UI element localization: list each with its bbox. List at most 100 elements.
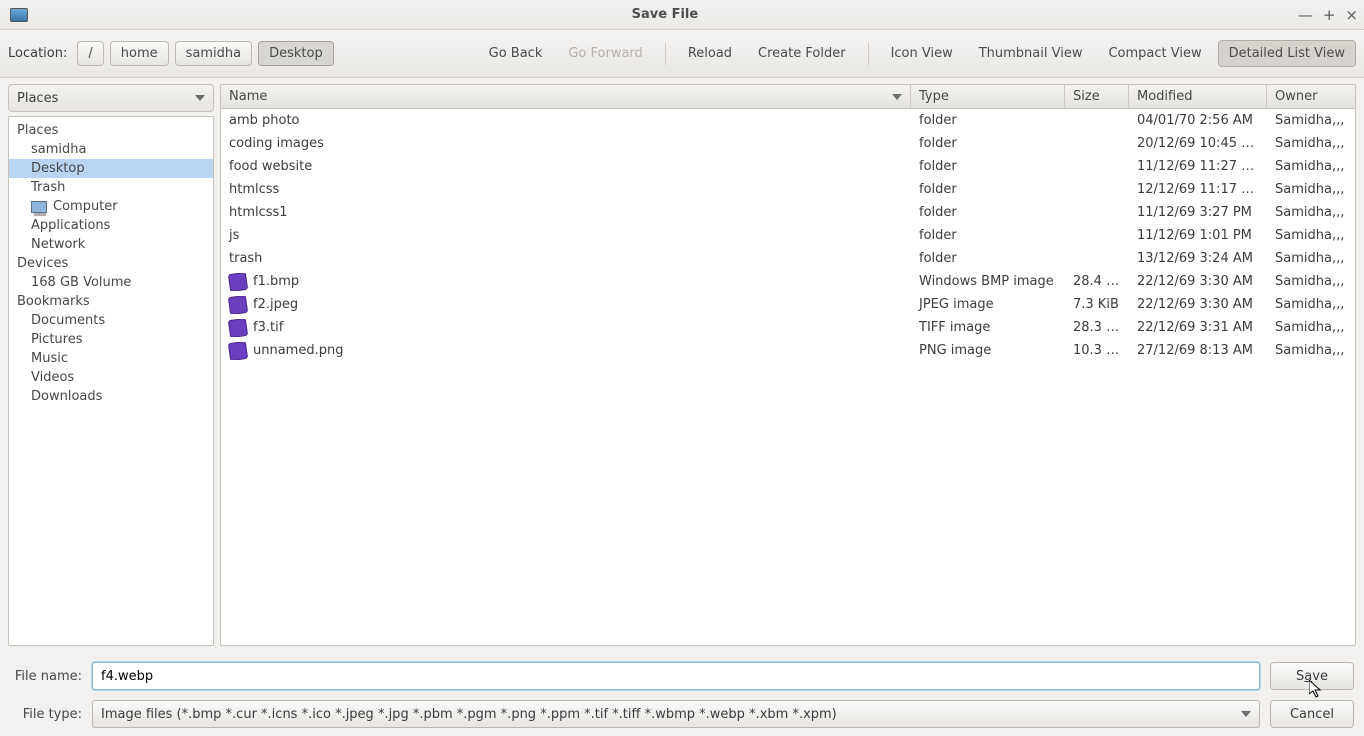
table-row[interactable]: trashfolder13/12/69 3:24 AMSamidha,,,	[221, 247, 1355, 270]
file-modified: 04/01/70 2:56 AM	[1129, 113, 1267, 128]
file-owner: Samidha,,,	[1267, 205, 1355, 220]
file-modified: 20/12/69 10:45 AM	[1129, 136, 1267, 151]
file-owner: Samidha,,,	[1267, 136, 1355, 151]
file-owner: Samidha,,,	[1267, 159, 1355, 174]
maximize-icon[interactable]: +	[1323, 6, 1336, 24]
file-type: folder	[911, 159, 1065, 174]
file-size: 28.3 KiB	[1065, 320, 1129, 335]
file-name: f3.tif	[253, 320, 283, 335]
file-owner: Samidha,,,	[1267, 182, 1355, 197]
close-icon[interactable]: ×	[1345, 6, 1358, 24]
file-name: coding images	[229, 136, 324, 151]
places-group-label: Places	[9, 121, 213, 140]
file-type: folder	[911, 251, 1065, 266]
table-row[interactable]: f3.tif TIFF image28.3 KiB22/12/69 3:31 AM…	[221, 316, 1355, 339]
breadcrumb-current[interactable]: Desktop	[258, 41, 334, 66]
titlebar: Save File — + ×	[0, 0, 1364, 30]
filename-input[interactable]	[92, 662, 1260, 690]
chevron-down-icon	[1241, 711, 1251, 717]
devices-group-label: Devices	[9, 254, 213, 273]
file-column-headers: Name Type Size Modified Owner	[221, 85, 1355, 109]
file-name: food website	[229, 159, 312, 174]
file-modified: 22/12/69 3:30 AM	[1129, 274, 1267, 289]
file-modified: 27/12/69 8:13 AM	[1129, 343, 1267, 358]
file-modified: 22/12/69 3:31 AM	[1129, 320, 1267, 335]
table-row[interactable]: htmlcssfolder12/12/69 11:17 AMSamidha,,,	[221, 178, 1355, 201]
table-row[interactable]: coding images folder 20/12/69 10:45 AMSami…	[221, 132, 1355, 155]
file-modified: 22/12/69 3:30 AM	[1129, 297, 1267, 312]
file-name: js	[229, 228, 239, 243]
detailed-view-button[interactable]: Detailed List View	[1218, 40, 1356, 67]
image-icon	[228, 342, 248, 360]
file-size: 7.3 KiB	[1065, 297, 1129, 312]
file-type: TIFF image	[911, 320, 1065, 335]
file-name: htmlcss	[229, 182, 279, 197]
sidebar: Places Places samidha Desktop Trash Comp…	[8, 84, 214, 646]
table-row[interactable]: htmlcss1 folder 11/12/69 3:27 PMSamidha,,,	[221, 201, 1355, 224]
file-owner: Samidha,,,	[1267, 113, 1355, 128]
bottom-bar: File name: Save File type: Image files (…	[0, 652, 1364, 736]
filetype-select[interactable]: Image files (*.bmp *.cur *.icns *.ico *.…	[92, 700, 1260, 728]
table-row[interactable]: js folder 11/12/69 1:01 PMSamidha,,,	[221, 224, 1355, 247]
sidebar-item-trash[interactable]: Trash	[9, 178, 213, 197]
file-size: 28.4 KiB	[1065, 274, 1129, 289]
sidebar-item-samidha[interactable]: samidha	[9, 140, 213, 159]
file-type: folder	[911, 136, 1065, 151]
file-name: amb photo	[229, 113, 300, 128]
file-modified: 11/12/69 1:01 PM	[1129, 228, 1267, 243]
file-type: folder	[911, 205, 1065, 220]
cancel-button[interactable]: Cancel	[1270, 700, 1354, 728]
breadcrumb-user[interactable]: samidha	[175, 41, 252, 66]
table-row[interactable]: food website folder 11/12/69 11:27 AMSamid…	[221, 155, 1355, 178]
column-size[interactable]: Size	[1065, 85, 1129, 108]
sidebar-item-desktop[interactable]: Desktop	[9, 159, 213, 178]
table-row[interactable]: unnamed.pngPNG image10.3 KiB27/12/69 8:1…	[221, 339, 1355, 362]
table-row[interactable]: f1.bmpWindows BMP image28.4 KiB22/12/69 …	[221, 270, 1355, 293]
file-owner: Samidha,,,	[1267, 320, 1355, 335]
file-owner: Samidha,,,	[1267, 228, 1355, 243]
table-row[interactable]: f2.jpegJPEG image7.3 KiB22/12/69 3:30 AM…	[221, 293, 1355, 316]
places-dropdown[interactable]: Places	[8, 84, 214, 112]
column-owner[interactable]: Owner	[1267, 85, 1355, 108]
file-modified: 13/12/69 3:24 AM	[1129, 251, 1267, 266]
thumbnail-view-button[interactable]: Thumbnail View	[969, 41, 1093, 66]
save-button[interactable]: Save	[1270, 662, 1354, 690]
file-owner: Samidha,,,	[1267, 297, 1355, 312]
sidebar-item-downloads[interactable]: Downloads	[9, 387, 213, 406]
file-type: folder	[911, 228, 1065, 243]
sidebar-item-music[interactable]: Music	[9, 349, 213, 368]
minimize-icon[interactable]: —	[1298, 6, 1313, 24]
sidebar-item-network[interactable]: Network	[9, 235, 213, 254]
sidebar-item-computer[interactable]: Computer	[9, 197, 213, 216]
file-owner: Samidha,,,	[1267, 251, 1355, 266]
sidebar-item-videos[interactable]: Videos	[9, 368, 213, 387]
sidebar-item-pictures[interactable]: Pictures	[9, 330, 213, 349]
file-modified: 11/12/69 3:27 PM	[1129, 205, 1267, 220]
column-type[interactable]: Type	[911, 85, 1065, 108]
go-back-button[interactable]: Go Back	[479, 41, 553, 66]
image-icon	[228, 273, 248, 291]
table-row[interactable]: amb photofolder04/01/70 2:56 AMSamidha,,…	[221, 109, 1355, 132]
filename-label: File name:	[10, 669, 82, 684]
create-folder-button[interactable]: Create Folder	[748, 41, 856, 66]
places-dropdown-label: Places	[17, 91, 58, 106]
file-name: unnamed.png	[253, 343, 343, 358]
icon-view-button[interactable]: Icon View	[881, 41, 963, 66]
compact-view-button[interactable]: Compact View	[1098, 41, 1211, 66]
sidebar-item-applications[interactable]: Applications	[9, 216, 213, 235]
file-list-area: Name Type Size Modified Owner amb photof…	[220, 84, 1356, 646]
file-name: htmlcss1	[229, 205, 288, 220]
breadcrumb-home[interactable]: home	[110, 41, 169, 66]
file-modified: 11/12/69 11:27 AM	[1129, 159, 1267, 174]
filetype-label: File type:	[10, 707, 82, 722]
column-modified[interactable]: Modified	[1129, 85, 1267, 108]
breadcrumb-root[interactable]: /	[77, 41, 103, 66]
sidebar-item-volume[interactable]: 168 GB Volume	[9, 273, 213, 292]
file-owner: Samidha,,,	[1267, 274, 1355, 289]
file-name: f2.jpeg	[253, 297, 298, 312]
column-name[interactable]: Name	[221, 85, 911, 108]
location-label: Location:	[8, 46, 67, 61]
reload-button[interactable]: Reload	[678, 41, 742, 66]
sidebar-item-documents[interactable]: Documents	[9, 311, 213, 330]
toolbar: Location: / home samidha Desktop Go Back…	[0, 30, 1364, 78]
